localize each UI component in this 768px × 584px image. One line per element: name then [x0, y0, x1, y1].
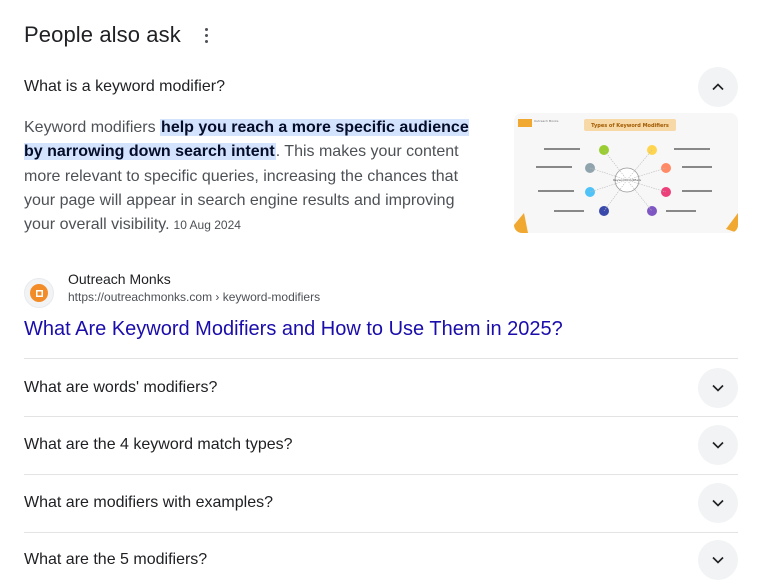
answer-date: 10 Aug 2024	[173, 218, 241, 233]
question-expanded[interactable]: What is a keyword modifier?	[24, 67, 738, 107]
more-vert-icon[interactable]	[199, 23, 215, 47]
question-label: What is a keyword modifier?	[24, 78, 225, 95]
question-label: What are words' modifiers?	[24, 379, 218, 396]
question-row[interactable]: What are the 5 modifiers?	[24, 540, 738, 580]
answer-text: Keyword modifiers	[24, 119, 161, 136]
question-label: What are the 5 modifiers?	[24, 551, 208, 568]
outreach-monks-logo-icon	[24, 278, 54, 308]
source-name: Outreach Monks	[68, 271, 171, 287]
source-row[interactable]: Outreach Monks https://outreachmonks.com…	[24, 268, 320, 308]
thumbnail-logo: Outreach Monks	[534, 119, 559, 123]
question-row[interactable]: What are words' modifiers?	[24, 368, 738, 408]
chevron-down-icon[interactable]	[698, 368, 738, 408]
answer-thumbnail[interactable]: Outreach Monks Types of Keyword Modifier…	[514, 113, 738, 233]
result-link[interactable]: What Are Keyword Modifiers and How to Us…	[24, 318, 563, 341]
divider	[24, 474, 738, 475]
chevron-down-icon[interactable]	[698, 425, 738, 465]
chevron-up-icon[interactable]	[698, 67, 738, 107]
thumbnail-title: Types of Keyword Modifiers	[591, 123, 669, 129]
divider	[24, 532, 738, 533]
answer-snippet: Keyword modifiers help you reach a more …	[24, 116, 486, 237]
chevron-down-icon[interactable]	[698, 540, 738, 580]
paa-header: People also ask	[24, 19, 215, 51]
chevron-down-icon[interactable]	[698, 483, 738, 523]
divider	[24, 416, 738, 417]
question-row[interactable]: What are modifiers with examples?	[24, 483, 738, 523]
thumbnail-logo-icon	[518, 119, 532, 127]
page-title: People also ask	[24, 22, 181, 47]
question-label: What are the 4 keyword match types?	[24, 436, 293, 453]
source-url: https://outreachmonks.com › keyword-modi…	[68, 290, 321, 304]
divider	[24, 358, 738, 359]
question-row[interactable]: What are the 4 keyword match types?	[24, 425, 738, 465]
question-label: What are modifiers with examples?	[24, 494, 273, 511]
